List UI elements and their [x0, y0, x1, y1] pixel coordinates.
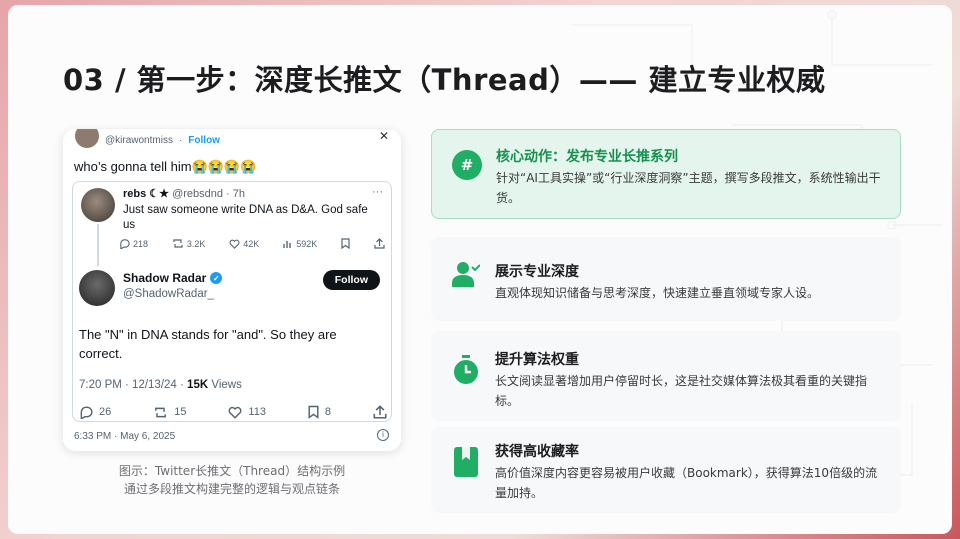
card-bookmark: 获得高收藏率 高价值深度内容更容易被用户收藏（Bookmark），获得算法10倍…	[431, 427, 901, 513]
card-title: 获得高收藏率	[495, 444, 579, 460]
verified-badge-icon: ✓	[210, 272, 223, 284]
quote-actions: 218 3.2K 42K 592K	[119, 238, 385, 249]
slide: 03 / 第一步：深度长推文（Thread）—— 建立专业权威 @kirawon…	[8, 5, 952, 534]
avatar	[75, 129, 99, 148]
page-title: 03 / 第一步：深度长推文（Thread）—— 建立专业权威	[63, 63, 826, 97]
info-icon: i	[377, 429, 389, 441]
reply-name: Shadow Radar ✓	[123, 271, 223, 285]
card-title: 展示专业深度	[495, 264, 579, 280]
card-algorithm: 提升算法权重 长文阅读显著增加用户停留时长，这是社交媒体算法极其看重的关键指标。	[431, 331, 901, 421]
like-icon	[228, 406, 242, 419]
quote-handle: @rebsdnd · 7h	[172, 188, 246, 200]
figure-caption: 图示：Twitter长推文（Thread）结构示例 通过多段推文构建完整的逻辑与…	[118, 464, 346, 496]
reply-text: The "N" in DNA stands for "and". So they…	[79, 327, 337, 361]
user-check-icon	[451, 259, 481, 289]
retweet-icon	[173, 239, 183, 248]
hashtag-icon: #	[452, 150, 482, 180]
reply-handle: @ShadowRadar_	[123, 288, 214, 300]
card-title: 核心动作：发布专业长推系列	[496, 149, 678, 165]
tweet-text: who’s gonna tell him😭😭😭😭	[74, 159, 257, 174]
tweet-screenshot: @kirawontmiss · Follow ✕ who’s gonna tel…	[63, 129, 401, 451]
card-desc: 长文阅读显著增加用户停留时长，这是社交媒体算法极其看重的关键指标。	[495, 374, 868, 408]
bookmark-icon	[451, 447, 481, 477]
share-icon	[374, 238, 385, 249]
x-logo-icon: ✕	[378, 129, 389, 143]
card-desc: 针对“AI工具实操”或“行业深度洞察”主题，撰写多段推文，系统性输出干货。	[496, 171, 881, 205]
follow-link: Follow	[188, 134, 220, 146]
quote-body: Just saw someone write DNA as D&A. God s…	[123, 204, 368, 231]
tweet-handle: @kirawontmiss	[105, 134, 173, 146]
reply-icon	[80, 406, 93, 419]
avatar	[81, 188, 115, 222]
card-core-action: # 核心动作：发布专业长推系列 针对“AI工具实操”或“行业深度洞察”主题，撰写…	[431, 129, 901, 219]
card-desc: 直观体现知识储备与思考深度，快速建立垂直领域专家人设。	[495, 286, 820, 300]
quote-name: rebs ☾★	[123, 188, 170, 200]
follow-button: Follow	[322, 270, 380, 290]
like-icon	[229, 239, 240, 249]
card-title: 提升算法权重	[495, 352, 579, 368]
card-expertise: 展示专业深度 直观体现知识储备与思考深度，快速建立垂直领域专家人设。	[431, 237, 901, 321]
tweet-date: 6:33 PM · May 6, 2025	[74, 431, 176, 442]
stopwatch-icon	[451, 355, 481, 385]
quote-header: rebs ☾★ @rebsdnd · 7h	[123, 187, 245, 200]
views-icon	[283, 240, 291, 248]
reply-actions: 26 15 113 8	[79, 405, 387, 419]
card-desc: 高价值深度内容更容易被用户收藏（Bookmark），获得算法10倍级的流量加持。	[495, 466, 878, 500]
avatar	[79, 270, 115, 306]
bookmark-icon	[308, 405, 319, 419]
thread-line	[97, 224, 99, 266]
reply-icon	[120, 239, 130, 249]
quoted-thread: rebs ☾★ @rebsdnd · 7h ··· Just saw someo…	[72, 181, 392, 422]
share-icon	[373, 405, 387, 419]
retweet-icon	[155, 407, 167, 417]
tweet-header: @kirawontmiss · Follow	[75, 129, 220, 151]
bookmark-icon	[341, 238, 350, 249]
more-icon: ···	[372, 186, 383, 198]
reply-meta: 7:20 PM · 12/13/24 · 15K Views	[79, 379, 242, 391]
